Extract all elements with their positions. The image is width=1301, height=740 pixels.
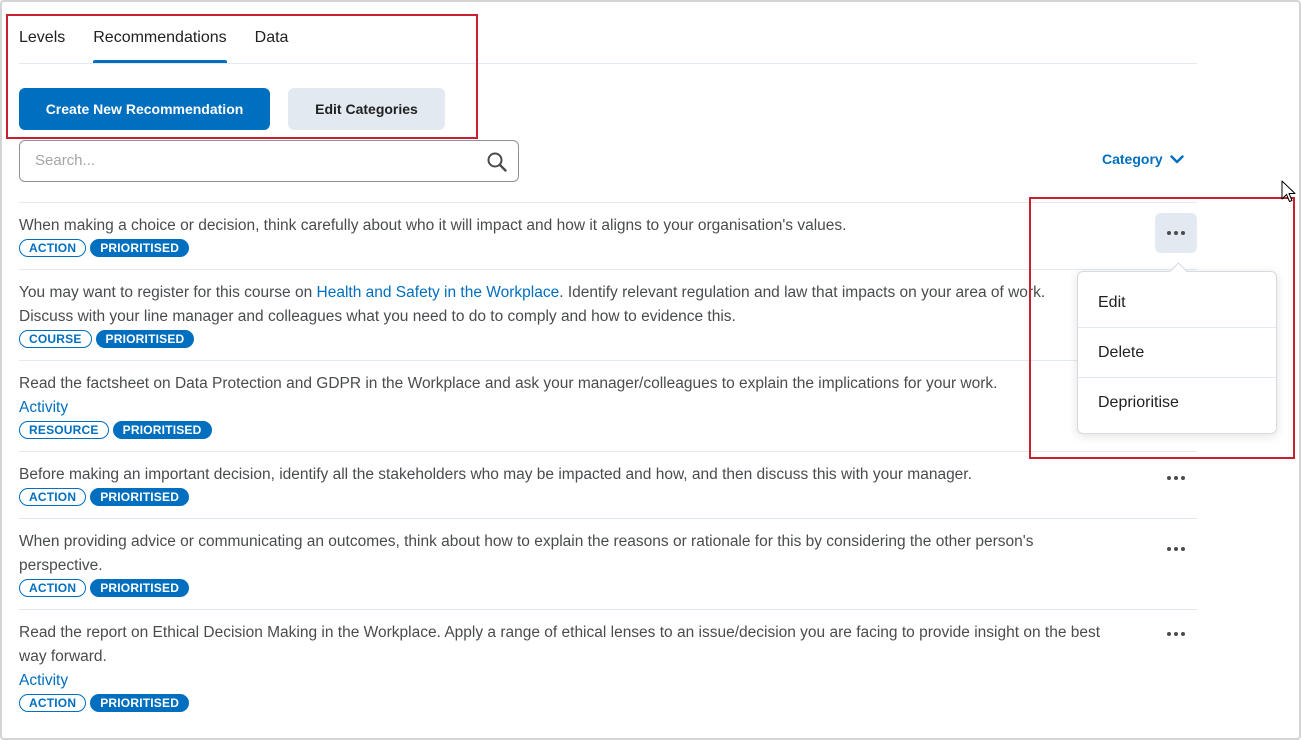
ellipsis-icon	[1167, 547, 1185, 551]
category-badge: COURSE	[19, 330, 92, 348]
ellipsis-icon	[1167, 632, 1185, 636]
course-link[interactable]: Health and Safety in the Workplace	[317, 284, 560, 301]
more-options-button[interactable]	[1155, 458, 1197, 498]
badge-group: RESOURCE PRIORITISED	[19, 421, 1197, 439]
activity-link[interactable]: Activity	[19, 669, 1197, 693]
status-badge: PRIORITISED	[95, 330, 195, 348]
item-text: When providing advice or communicating a…	[19, 533, 1034, 574]
tab-data[interactable]: Data	[255, 26, 289, 63]
badge-group: ACTION PRIORITISED	[19, 239, 1197, 257]
item-text-part: You may want to register for this course…	[19, 284, 317, 301]
tab-levels[interactable]: Levels	[19, 26, 65, 63]
status-badge: PRIORITISED	[112, 421, 212, 439]
tab-recommendations[interactable]: Recommendations	[93, 26, 228, 63]
category-badge: RESOURCE	[19, 421, 109, 439]
mouse-cursor-icon	[1281, 180, 1296, 202]
chevron-down-icon	[1169, 154, 1184, 163]
badge-group: COURSE PRIORITISED	[19, 330, 1197, 348]
category-filter[interactable]: Category	[1102, 151, 1184, 167]
category-label: Category	[1102, 151, 1163, 167]
item-text: Read the report on Ethical Decision Maki…	[19, 624, 1101, 665]
item-text: Read the factsheet on Data Protection an…	[19, 375, 998, 392]
list-item: When providing advice or communicating a…	[19, 519, 1197, 610]
edit-categories-button[interactable]: Edit Categories	[288, 88, 445, 130]
item-text: Before making an important decision, ide…	[19, 466, 972, 483]
tab-bar: Levels Recommendations Data	[19, 26, 316, 63]
item-text-part: . Identify relevant regulation and law t…	[559, 284, 1046, 301]
category-badge: ACTION	[19, 488, 87, 506]
search-icon[interactable]	[486, 151, 508, 173]
item-text: When making a choice or decision, think …	[19, 217, 847, 234]
search-box	[19, 140, 519, 182]
status-badge: PRIORITISED	[90, 694, 190, 712]
badge-group: ACTION PRIORITISED	[19, 488, 1197, 506]
list-item: When making a choice or decision, think …	[19, 203, 1197, 270]
more-options-button[interactable]	[1155, 529, 1197, 569]
search-input[interactable]	[35, 152, 475, 169]
status-badge: PRIORITISED	[90, 579, 190, 597]
category-badge: ACTION	[19, 239, 87, 257]
more-options-button[interactable]	[1155, 213, 1197, 253]
list-item: Read the report on Ethical Decision Maki…	[19, 610, 1197, 724]
item-text-line2: Discuss with your line manager and colle…	[19, 308, 736, 325]
item-text: You may want to register for this course…	[19, 281, 1124, 305]
tabs-divider	[19, 63, 1197, 64]
badge-group: ACTION PRIORITISED	[19, 579, 1197, 597]
menu-item-delete[interactable]: Delete	[1078, 328, 1276, 378]
badge-group: ACTION PRIORITISED	[19, 694, 1197, 712]
ellipsis-icon	[1167, 476, 1185, 480]
status-badge: PRIORITISED	[90, 488, 190, 506]
menu-item-deprioritise[interactable]: Deprioritise	[1078, 378, 1276, 428]
create-new-recommendation-button[interactable]: Create New Recommendation	[19, 88, 270, 130]
list-item: Before making an important decision, ide…	[19, 452, 1197, 519]
list-item: You may want to register for this course…	[19, 270, 1197, 361]
category-badge: ACTION	[19, 694, 87, 712]
category-badge: ACTION	[19, 579, 87, 597]
menu-item-edit[interactable]: Edit	[1078, 278, 1276, 328]
more-options-button[interactable]	[1155, 614, 1197, 654]
status-badge: PRIORITISED	[90, 239, 190, 257]
list-item: Read the factsheet on Data Protection an…	[19, 361, 1197, 452]
item-options-menu: Edit Delete Deprioritise	[1077, 271, 1277, 434]
ellipsis-icon	[1167, 231, 1185, 235]
recommendation-list: When making a choice or decision, think …	[19, 202, 1197, 724]
activity-link[interactable]: Activity	[19, 396, 1197, 420]
